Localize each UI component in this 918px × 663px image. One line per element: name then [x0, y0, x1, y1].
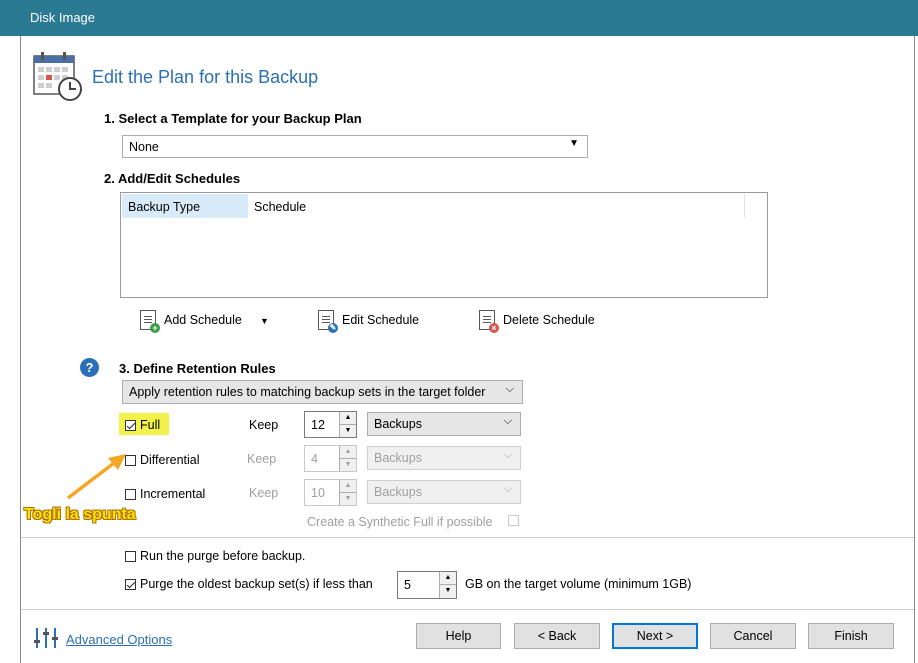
purge-gb-stepper[interactable]: 5 ▲ ▼: [397, 571, 457, 599]
purge-oldest-label: Purge the oldest backup set(s) if less t…: [140, 577, 373, 591]
sliders-icon[interactable]: [33, 626, 59, 650]
edit-document-icon: ✎: [318, 310, 338, 333]
chevron-down-icon: ⌵: [503, 483, 512, 495]
divider: [21, 537, 914, 538]
add-document-icon: +: [140, 310, 160, 333]
differential-unit-dropdown[interactable]: Backups ⌵: [367, 446, 521, 470]
full-keep-label: Keep: [249, 418, 279, 432]
full-unit-value: Backups: [374, 417, 422, 431]
differential-unit-value: Backups: [374, 451, 422, 465]
stepper-up-icon[interactable]: ▲: [339, 480, 356, 493]
annotation-text: Togli la spunta: [24, 506, 136, 523]
section-retention-label: 3. Define Retention Rules: [119, 361, 276, 376]
differential-keep-stepper[interactable]: 4 ▲ ▼: [304, 445, 357, 472]
stepper-down-icon[interactable]: ▼: [339, 424, 356, 437]
template-dropdown[interactable]: None ▼: [122, 135, 588, 158]
page-title: Edit the Plan for this Backup: [92, 67, 319, 87]
synthetic-full-checkbox[interactable]: [508, 515, 519, 529]
chevron-down-icon: ▼: [569, 138, 579, 149]
annotation-arrow-icon: [60, 448, 130, 504]
incremental-keep-label: Keep: [249, 486, 279, 500]
incremental-unit-dropdown[interactable]: Backups ⌵: [367, 480, 521, 504]
stepper-down-icon[interactable]: ▼: [339, 492, 356, 505]
run-purge-checkbox-box[interactable]: [125, 550, 136, 562]
run-purge-checkbox[interactable]: Run the purge before backup.: [125, 549, 305, 563]
synthetic-full-label: Create a Synthetic Full if possible: [307, 515, 493, 529]
full-keep-value: 12: [311, 418, 325, 432]
full-keep-stepper[interactable]: 12 ▲ ▼: [304, 411, 357, 438]
edit-schedule-label: Edit Schedule: [342, 313, 420, 327]
next-button[interactable]: Next >: [612, 623, 698, 649]
section-schedules-label: 2. Add/Edit Schedules: [104, 171, 241, 186]
purge-gb-value: 5: [404, 578, 411, 592]
purge-oldest-checkbox-box[interactable]: [125, 578, 136, 590]
divider: [21, 609, 914, 610]
edit-schedule-button[interactable]: ✎ Edit Schedule: [318, 310, 420, 333]
chevron-down-icon: ⌵: [505, 383, 514, 395]
differential-keep-label: Keep: [247, 452, 277, 466]
full-checkbox-label: Full: [140, 418, 161, 432]
differential-keep-value: 4: [311, 452, 318, 466]
add-schedule-dropdown-arrow[interactable]: ▼: [260, 316, 269, 326]
retention-rule-value: Apply retention rules to matching backup…: [129, 385, 486, 399]
chevron-down-icon: ⌵: [503, 449, 512, 461]
back-button[interactable]: < Back: [514, 623, 600, 649]
column-header-schedule[interactable]: Schedule: [248, 194, 745, 218]
purge-gb-suffix: GB on the target volume (minimum 1GB): [465, 577, 692, 591]
help-button[interactable]: Help: [416, 623, 501, 649]
advanced-options-link[interactable]: Advanced Options: [66, 632, 172, 647]
stepper-up-icon[interactable]: ▲: [339, 446, 356, 459]
purge-oldest-checkbox[interactable]: Purge the oldest backup set(s) if less t…: [125, 577, 373, 591]
finish-button[interactable]: Finish: [808, 623, 894, 649]
add-schedule-label: Add Schedule: [164, 313, 242, 327]
delete-schedule-button[interactable]: × Delete Schedule: [479, 310, 595, 333]
cancel-button[interactable]: Cancel: [710, 623, 796, 649]
section-template-label: 1. Select a Template for your Backup Pla…: [104, 111, 362, 126]
incremental-checkbox-label: Incremental: [140, 487, 206, 501]
run-purge-label: Run the purge before backup.: [140, 549, 306, 563]
chevron-down-icon: ⌵: [503, 415, 512, 427]
calendar-clock-icon: [33, 50, 85, 102]
window-border-left: [20, 36, 21, 663]
incremental-checkbox[interactable]: Incremental: [125, 487, 205, 501]
stepper-down-icon[interactable]: ▼: [339, 458, 356, 471]
schedule-list[interactable]: Backup Type Schedule: [120, 192, 768, 298]
window-border-right: [914, 36, 915, 663]
differential-checkbox-label: Differential: [140, 453, 200, 467]
incremental-keep-value: 10: [311, 486, 325, 500]
template-dropdown-value: None: [129, 140, 159, 154]
full-unit-dropdown[interactable]: Backups ⌵: [367, 412, 521, 436]
column-header-backup-type[interactable]: Backup Type: [122, 194, 248, 218]
retention-rule-dropdown[interactable]: Apply retention rules to matching backup…: [122, 380, 523, 404]
stepper-down-icon[interactable]: ▼: [439, 585, 456, 598]
full-checkbox[interactable]: Full: [125, 418, 160, 432]
delete-document-icon: ×: [479, 310, 499, 333]
stepper-up-icon[interactable]: ▲: [339, 412, 356, 425]
add-schedule-button[interactable]: + Add Schedule: [140, 310, 242, 333]
differential-checkbox[interactable]: Differential: [125, 453, 200, 467]
incremental-keep-stepper[interactable]: 10 ▲ ▼: [304, 479, 357, 506]
window-title: Disk Image: [30, 10, 96, 25]
delete-schedule-label: Delete Schedule: [503, 313, 595, 327]
help-icon[interactable]: ?: [80, 358, 99, 377]
incremental-unit-value: Backups: [374, 485, 422, 499]
stepper-up-icon[interactable]: ▲: [439, 572, 456, 585]
title-bar: Disk Image: [0, 0, 918, 36]
full-checkbox-box[interactable]: [125, 419, 136, 431]
